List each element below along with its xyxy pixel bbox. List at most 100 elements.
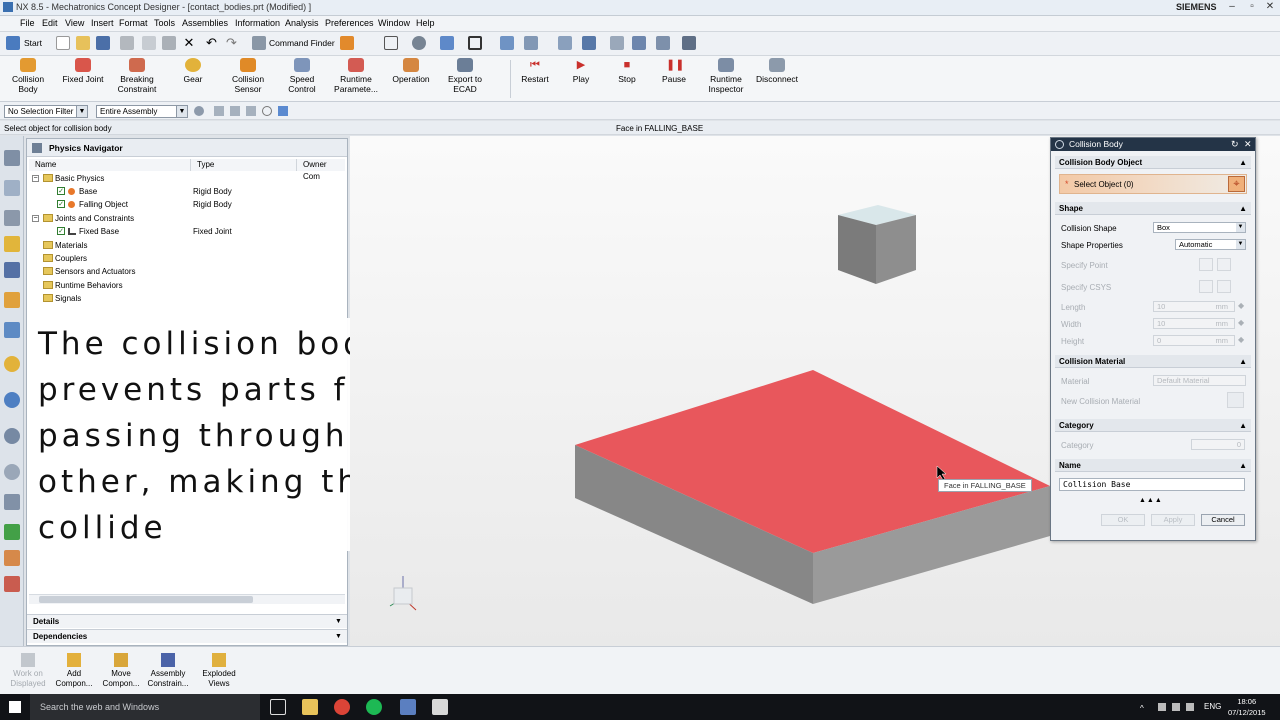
tray-chevron-icon[interactable]: ^ — [1140, 704, 1144, 713]
filter-icon-3[interactable] — [246, 106, 256, 116]
command-finder-button[interactable]: Command Finder — [269, 38, 335, 48]
menu-insert[interactable]: Insert — [91, 18, 114, 28]
signal-tab-icon[interactable] — [4, 576, 20, 592]
disconnect-button[interactable]: Disconnect — [754, 58, 800, 84]
gear-button[interactable]: Gear — [176, 58, 210, 84]
language-indicator[interactable]: ENG — [1204, 702, 1221, 711]
add-component-button[interactable]: Add Compon... — [54, 653, 94, 689]
fit-view-icon[interactable] — [384, 36, 398, 50]
minimize-icon[interactable]: – — [1226, 1, 1238, 13]
view-selection-icon[interactable] — [262, 106, 272, 116]
column-header-owner[interactable]: Owner Com — [297, 159, 345, 181]
constraint-navigator-tab-icon[interactable] — [4, 210, 20, 226]
sequence-editor-tab-icon[interactable] — [4, 262, 20, 278]
reset-icon[interactable]: ↻ — [1231, 138, 1239, 151]
tree-row[interactable]: − Joints and Constraints — [29, 212, 345, 225]
checkbox-icon[interactable]: ✓ — [57, 200, 65, 208]
assembly-constraints-button[interactable]: Assembly Constrain... — [146, 653, 190, 689]
scrollbar-thumb[interactable] — [39, 596, 253, 603]
new-file-icon[interactable] — [56, 36, 70, 50]
windows-start-icon[interactable] — [9, 701, 21, 713]
tree-row[interactable]: − Basic Physics — [29, 172, 345, 185]
falling-object-cube[interactable] — [838, 205, 916, 284]
palette-tab-icon[interactable] — [4, 428, 20, 444]
system-navigator-tab-icon[interactable] — [4, 322, 20, 338]
tree-row[interactable]: Materials — [29, 239, 345, 252]
snap-icon[interactable] — [500, 36, 514, 50]
export-ecad-button[interactable]: Export to ECAD — [444, 58, 486, 94]
ok-button[interactable]: OK — [1101, 514, 1145, 526]
undo-icon[interactable]: ↶ — [206, 36, 220, 50]
breaking-constraint-button[interactable]: Breaking Constraint — [114, 58, 160, 94]
chrome-icon[interactable] — [334, 699, 350, 715]
close-icon[interactable]: ✕ — [1264, 1, 1276, 13]
menu-format[interactable]: Format — [119, 18, 148, 28]
details-section[interactable]: Details ▼ — [27, 614, 347, 628]
shape-section-header[interactable]: Shape ▲ — [1055, 202, 1251, 215]
horizontal-scrollbar[interactable] — [29, 594, 345, 604]
csys-icon[interactable] — [632, 36, 646, 50]
exploded-views-button[interactable]: Exploded Views — [198, 653, 240, 689]
selection-icon[interactable] — [610, 36, 624, 50]
cube-right-face[interactable] — [876, 215, 916, 284]
tree-row[interactable]: Signals — [29, 292, 345, 305]
move-component-button[interactable]: Move Compon... — [100, 653, 142, 689]
tree-row[interactable]: Sensors and Actuators — [29, 265, 345, 278]
clock-tab-icon[interactable] — [4, 464, 20, 480]
taskbar-search[interactable]: Search the web and Windows — [30, 694, 260, 720]
restart-button[interactable]: ⏮ Restart — [516, 58, 554, 84]
pause-button[interactable]: ❚❚ Pause — [658, 58, 690, 84]
render-style-icon[interactable] — [412, 36, 426, 50]
roles-tab-icon[interactable] — [4, 524, 20, 540]
assembly-navigator-tab-icon[interactable] — [4, 180, 20, 196]
redo-icon[interactable]: ↷ — [226, 36, 240, 50]
orient-view-icon[interactable] — [440, 36, 454, 50]
history-tab-icon[interactable] — [4, 356, 20, 372]
snap-point-icon[interactable] — [194, 106, 204, 116]
fixed-joint-button[interactable]: Fixed Joint — [60, 58, 106, 84]
stop-button[interactable]: ■ Stop — [612, 58, 642, 84]
background-icon[interactable] — [468, 36, 482, 50]
part-navigator-tab-icon[interactable] — [4, 236, 20, 252]
assembly-icon[interactable] — [340, 36, 354, 50]
category-section-header[interactable]: Category ▲ — [1055, 419, 1251, 432]
tree-row[interactable]: ✓ Base Rigid Body — [29, 185, 345, 198]
cube-left-face[interactable] — [838, 215, 876, 284]
restore-icon[interactable]: ▫ — [1246, 1, 1258, 13]
nx-taskbar-icon[interactable] — [400, 699, 416, 715]
tree-row[interactable]: ✓ Fixed Base Fixed Joint — [29, 225, 345, 238]
work-on-displayed-button[interactable]: Work on Displayed — [8, 653, 48, 689]
menu-edit[interactable]: Edit — [42, 18, 58, 28]
menu-window[interactable]: Window — [378, 18, 410, 28]
menu-information[interactable]: Information — [235, 18, 280, 28]
selection-scope-select[interactable]: Entire Assembly ▼ — [96, 105, 188, 118]
material-section-header[interactable]: Collision Material ▲ — [1055, 355, 1251, 368]
column-header-type[interactable]: Type — [191, 159, 297, 171]
command-finder-icon[interactable] — [252, 36, 266, 50]
object-section-header[interactable]: Collision Body Object ▲ — [1055, 156, 1251, 169]
collapse-icon[interactable]: − — [32, 175, 39, 182]
menu-view[interactable]: View — [65, 18, 84, 28]
collision-shape-select[interactable]: Box ▼ — [1153, 222, 1246, 233]
inspector-tab-icon[interactable] — [4, 550, 20, 566]
checkbox-icon[interactable]: ✓ — [57, 187, 65, 195]
network-icon[interactable] — [1172, 703, 1180, 711]
runtime-parameters-button[interactable]: Runtime Paramete... — [332, 58, 380, 94]
point-icon[interactable] — [524, 36, 538, 50]
name-input[interactable]: Collision Base — [1059, 478, 1245, 491]
apply-button[interactable]: Apply — [1151, 514, 1195, 526]
select-crosshair-icon[interactable]: ⌖ — [1228, 176, 1245, 192]
battery-icon[interactable] — [1158, 703, 1166, 711]
volume-icon[interactable] — [1186, 703, 1194, 711]
window-taskbar-icon[interactable] — [432, 699, 448, 715]
body-selection-icon[interactable] — [278, 106, 288, 116]
taskbar-clock[interactable]: 18:06 07/12/2015 — [1228, 696, 1266, 718]
save-icon[interactable] — [96, 36, 110, 50]
paste-icon[interactable] — [162, 36, 176, 50]
copy-icon[interactable] — [142, 36, 156, 50]
shape-properties-select[interactable]: Automatic ▼ — [1175, 239, 1246, 250]
task-view-icon[interactable] — [270, 699, 286, 715]
transform-icon[interactable] — [582, 36, 596, 50]
delete-icon[interactable]: ✕ — [182, 36, 196, 50]
menu-file[interactable]: File — [20, 18, 35, 28]
